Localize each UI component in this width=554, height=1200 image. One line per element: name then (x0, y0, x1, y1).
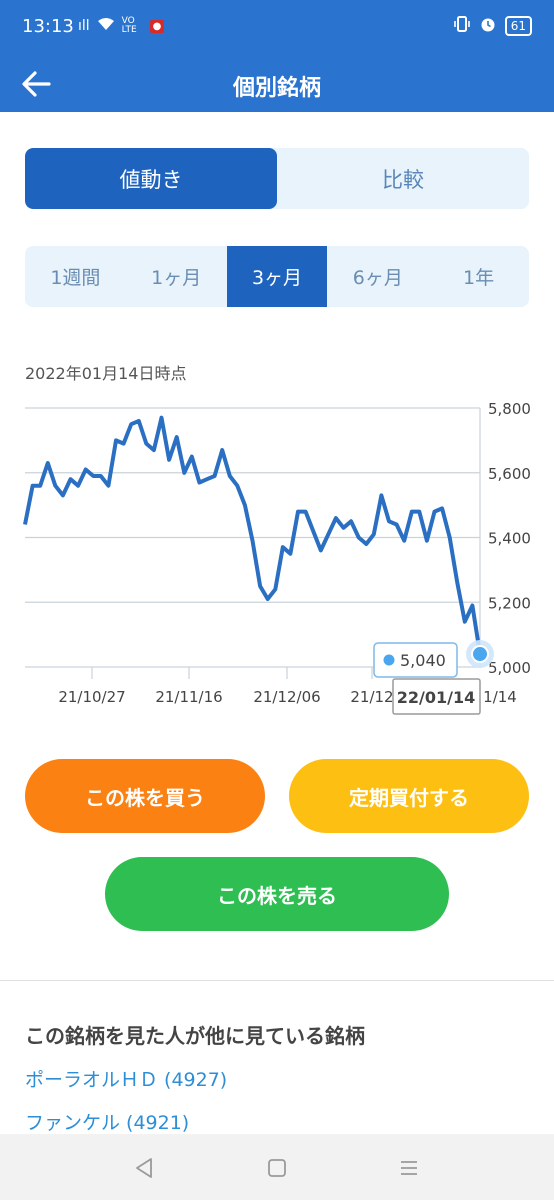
signal-icon: ıll (78, 18, 90, 34)
price-line (23, 415, 482, 655)
price-chart[interactable]: 5,800 5,600 5,400 5,200 5,000 21/10/27 21/11/1… (0, 390, 554, 720)
y-tick-label: 5,200 (488, 594, 531, 612)
x-tick-label: 1/14 (483, 688, 517, 706)
tab-price-movement[interactable]: 値動き (25, 148, 277, 209)
period-selector: 1週間 1ヶ月 3ヶ月 6ヶ月 1年 (25, 246, 529, 307)
buy-button[interactable]: この株を買う (25, 759, 265, 833)
battery-icon: 61 (504, 16, 532, 36)
app-notification-icon: ● (149, 19, 165, 33)
status-icons-right: 61 (453, 15, 532, 37)
y-tick-label: 5,000 (488, 659, 531, 677)
network-label: VO LTE (121, 16, 137, 35)
status-bar: 13:13 ıll VO LTE ● 61 (0, 0, 554, 56)
related-stock-link[interactable]: ポーラオルＨＤ (4927) (25, 1066, 227, 1109)
period-1y[interactable]: 1年 (428, 246, 529, 307)
system-nav-bar (0, 1134, 554, 1200)
tab-compare[interactable]: 比較 (277, 148, 529, 209)
y-tick-label: 5,800 (488, 400, 531, 418)
recurring-buy-button[interactable]: 定期買付する (289, 759, 529, 833)
tooltip-value: 5,040 (400, 651, 446, 670)
nav-home-button[interactable] (259, 1150, 295, 1186)
menu-icon (401, 1161, 417, 1175)
related-stocks-title: この銘柄を見た人が他に見ている銘柄 (25, 1024, 365, 1048)
period-1m[interactable]: 1ヶ月 (126, 246, 227, 307)
period-3m[interactable]: 3ヶ月 (226, 246, 328, 307)
alarm-icon (479, 15, 497, 37)
nav-menu-button[interactable] (391, 1150, 427, 1186)
square-home-icon (268, 1159, 286, 1177)
period-1w[interactable]: 1週間 (25, 246, 126, 307)
status-time: 13:13 (22, 16, 74, 37)
nav-back-button[interactable] (126, 1150, 162, 1186)
app-bar: 個別銘柄 (0, 56, 554, 112)
x-tick-label: 21/12/06 (253, 688, 320, 706)
tooltip-date: 22/01/14 (397, 688, 475, 707)
divider (0, 980, 554, 981)
period-6m[interactable]: 6ヶ月 (327, 246, 428, 307)
last-point-marker (471, 645, 489, 664)
triangle-back-icon (136, 1158, 152, 1178)
vibrate-icon (453, 15, 471, 37)
sell-button[interactable]: この株を売る (105, 857, 449, 931)
status-icons: ıll VO LTE ● (78, 16, 165, 36)
as-of-date: 2022年01月14日時点 (25, 364, 187, 383)
tooltip-dot (383, 654, 395, 666)
y-tick-label: 5,600 (488, 465, 531, 483)
y-tick-label: 5,400 (488, 530, 531, 548)
x-tick-label: 21/10/27 (58, 688, 125, 706)
x-tick-label: 21/11/16 (155, 688, 222, 706)
x-tick-label: 21/12 (350, 688, 393, 706)
wifi-icon (96, 16, 116, 36)
page-title: 個別銘柄 (232, 76, 321, 101)
view-toggle: 値動き 比較 (25, 148, 529, 209)
